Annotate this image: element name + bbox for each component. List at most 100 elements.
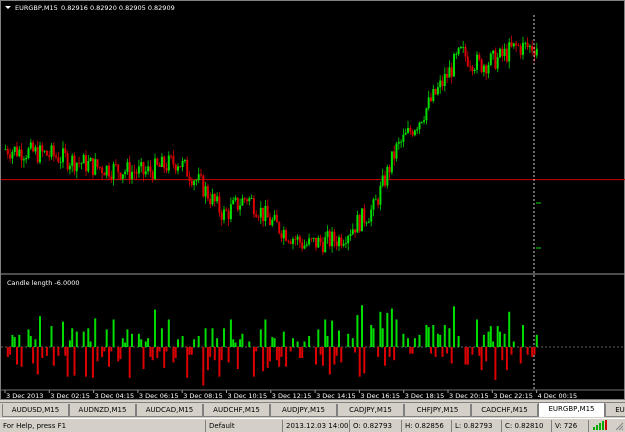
indicator-bar — [96, 347, 99, 362]
candle — [243, 197, 246, 203]
candle — [55, 152, 58, 160]
candle — [167, 151, 170, 174]
candle — [142, 161, 145, 182]
indicator-bar — [112, 319, 115, 347]
status-help: For Help, press F1 — [3, 422, 67, 430]
resize-grip-icon[interactable] — [614, 421, 624, 431]
time-axis-label: 3 Dec 12:15 — [272, 392, 312, 400]
candle — [211, 188, 214, 206]
time-axis-label: 3 Dec 22:15 — [493, 392, 533, 400]
tab-audusd-m15[interactable]: AUDUSD,M15 — [2, 404, 69, 417]
tab-audjpy-m15[interactable]: AUDJPY,M15 — [270, 404, 337, 417]
indicator-bar — [227, 347, 230, 363]
candle — [22, 156, 25, 168]
candle — [147, 160, 150, 175]
indicator-bar — [110, 347, 113, 352]
indicator-bar — [308, 336, 311, 347]
candle — [478, 52, 481, 62]
candle — [250, 194, 253, 199]
candle — [308, 233, 311, 247]
indicator-bar — [393, 347, 396, 361]
indicator-bar — [450, 347, 453, 364]
time-axis-label: 3 Dec 02:15 — [50, 392, 90, 400]
candle — [183, 159, 186, 164]
time-axis-label: 4 Dec 00:15 — [538, 392, 578, 400]
candle — [32, 140, 35, 153]
candle — [232, 197, 235, 205]
indicator-bar — [16, 347, 18, 365]
indicator-bar — [292, 338, 294, 347]
candle — [96, 159, 99, 170]
indicator-bar — [285, 347, 288, 367]
candle — [4, 144, 7, 151]
indicator-bar — [29, 336, 32, 347]
indicator-bar — [147, 338, 150, 347]
candle — [137, 159, 140, 178]
candle — [202, 174, 205, 198]
indicator-bar — [213, 347, 216, 361]
candle — [75, 162, 78, 179]
tab-chfjpy-m15[interactable]: CHFJPY,M15 — [404, 404, 471, 417]
indicator-bar — [441, 347, 444, 357]
indicator-bar — [91, 347, 94, 378]
tab-audcad-m15[interactable]: AUDCAD,M15 — [136, 404, 203, 417]
indicator-bar — [379, 311, 382, 347]
candle — [225, 207, 228, 212]
candle — [531, 40, 534, 56]
indicator-bar — [494, 347, 497, 380]
candle — [448, 60, 451, 78]
indicator-bar — [39, 316, 41, 347]
candle — [193, 179, 196, 191]
indicator-bar — [190, 347, 193, 355]
indicator-bar — [280, 347, 283, 357]
indicator-bar — [108, 347, 110, 367]
indicator-bar — [13, 337, 16, 347]
indicator-bar — [71, 328, 74, 347]
candle — [149, 159, 152, 178]
tab-audnzd-m15[interactable]: AUDNZD,M15 — [69, 404, 136, 417]
tab-cadchf-m15[interactable]: CADCHF,M15 — [471, 404, 538, 417]
indicator-bar — [354, 347, 357, 353]
candle — [485, 63, 488, 80]
candle — [9, 148, 12, 163]
time-axis-label: 3 Dec 2013 — [6, 392, 43, 400]
candle — [186, 156, 189, 177]
indicator-bar — [264, 319, 267, 347]
indicator-bar — [466, 347, 469, 365]
candle — [98, 166, 101, 170]
indicator-bar — [6, 347, 9, 357]
candle — [282, 226, 285, 245]
indicator-bar — [519, 347, 522, 364]
indicator-bar — [402, 333, 405, 347]
indicator-bar — [218, 347, 221, 377]
indicator-bar — [50, 326, 53, 347]
candle — [453, 52, 455, 77]
candle — [494, 47, 497, 70]
indicator-bar — [248, 341, 251, 347]
candle — [340, 233, 343, 249]
indicator-bar — [448, 328, 451, 347]
candle — [62, 141, 64, 169]
indicator-bar — [126, 329, 129, 347]
candle — [298, 234, 301, 248]
indicator-bar — [241, 333, 244, 347]
indicator-bar — [137, 333, 140, 347]
candle — [174, 163, 177, 175]
indicator-bar — [262, 347, 265, 372]
tab-eurgbp-m15[interactable]: EURGBP,M15 — [538, 403, 605, 417]
tab-cadjpy-m15[interactable]: CADJPY,M15 — [337, 404, 404, 417]
candle — [48, 150, 51, 161]
candle — [259, 201, 262, 224]
candle — [280, 230, 283, 242]
chart-window[interactable]: EURGBP,M15 0.82916 0.82920 0.82905 0.829… — [0, 0, 625, 400]
tab-audchf-m15[interactable]: AUDCHF,M15 — [203, 404, 270, 417]
candle — [275, 209, 278, 223]
indicator-bar — [163, 347, 166, 368]
candle — [252, 195, 255, 218]
tab-euraud-m15[interactable]: EURAUD,M15 — [605, 404, 625, 417]
chart-canvas[interactable]: EURGBP,M15 0.82916 0.82920 0.82905 0.829… — [1, 1, 625, 401]
indicator-bar — [443, 325, 446, 347]
indicator-bar — [144, 341, 147, 347]
indicator-bar — [476, 319, 478, 347]
candle — [361, 208, 363, 232]
